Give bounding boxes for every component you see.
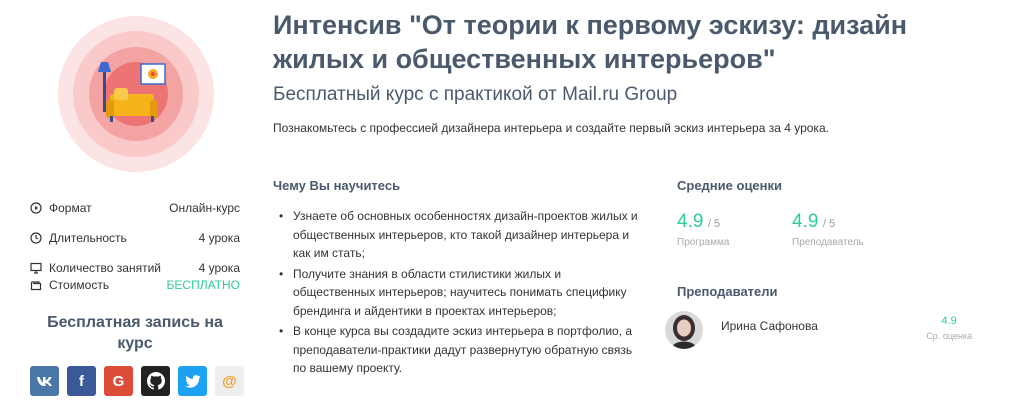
signup-title: Бесплатная запись на курс	[47, 314, 223, 352]
at-icon: @	[222, 372, 237, 390]
ratings-section-title: Средние оценки	[677, 178, 783, 193]
play-circle-icon	[30, 202, 42, 214]
list-item: Узнаете об основных особенностях дизайн-…	[276, 207, 646, 263]
list-item: Получите знания в области стилистики жил…	[276, 265, 646, 321]
rating-teacher: 4.9 / 5 Преподаватель	[792, 211, 864, 248]
twitter-icon	[184, 374, 201, 388]
github-login-button[interactable]	[141, 366, 170, 396]
info-duration: Длительность 4 урока	[30, 230, 240, 246]
mailru-login-button[interactable]: @	[215, 366, 244, 396]
avatar[interactable]	[665, 311, 703, 349]
course-title: Интенсив "От теории к первому эскизу: ди…	[273, 10, 908, 74]
monitor-icon	[30, 262, 42, 274]
social-login-buttons: f G @	[30, 366, 244, 396]
list-item: В конце курса вы создадите эскиз интерье…	[276, 322, 646, 378]
teachers-section-title: Преподаватели	[677, 284, 778, 299]
info-lessons: Количество занятий 4 урока	[30, 260, 240, 276]
google-icon: G	[112, 372, 125, 390]
google-login-button[interactable]: G	[104, 366, 133, 396]
github-icon	[146, 372, 165, 390]
learn-list: Узнаете об основных особенностях дизайн-…	[276, 207, 646, 380]
teacher-score-caption: Ср. оценка	[926, 331, 972, 341]
twitter-login-button[interactable]	[178, 366, 207, 396]
learn-section-title: Чему Вы научитесь	[273, 178, 401, 193]
info-value: 4 урока	[198, 261, 240, 275]
price-value: БЕСПЛАТНО	[166, 278, 240, 292]
info-price: Стоимость БЕСПЛАТНО	[30, 277, 240, 293]
info-label: Длительность	[49, 231, 127, 245]
rating-max: / 5	[707, 218, 721, 230]
facebook-login-button[interactable]: f	[67, 366, 96, 396]
wallet-icon	[30, 279, 42, 291]
rating-program: 4.9 / 5 Программа	[677, 211, 729, 248]
course-description: Познакомьтесь с профессией дизайнера инт…	[273, 121, 829, 135]
course-illustration	[58, 16, 214, 172]
rating-caption: Преподаватель	[792, 237, 864, 248]
info-value: Онлайн-курс	[169, 201, 240, 215]
teacher-score-value: 4.9	[941, 315, 957, 327]
rating-max: / 5	[822, 218, 836, 230]
facebook-icon: f	[79, 372, 84, 390]
clock-icon	[30, 232, 42, 244]
rating-value: 4.9	[792, 211, 819, 232]
rating-caption: Программа	[677, 237, 730, 248]
teacher-score: 4.9 Ср. оценка	[926, 315, 972, 341]
info-format: Формат Онлайн-курс	[30, 200, 240, 216]
info-label: Стоимость	[49, 278, 110, 292]
info-label: Количество занятий	[49, 261, 161, 275]
info-label: Формат	[49, 201, 92, 215]
info-value: 4 урока	[198, 231, 240, 245]
teacher-name[interactable]: Ирина Сафонова	[721, 319, 818, 333]
course-subtitle: Бесплатный курс с практикой от Mail.ru G…	[273, 84, 678, 105]
teacher-card[interactable]: Ирина Сафонова 4.9 Ср. оценка	[665, 311, 995, 351]
rating-value: 4.9	[677, 211, 704, 232]
vk-login-button[interactable]	[30, 366, 59, 396]
vk-icon	[37, 376, 52, 386]
